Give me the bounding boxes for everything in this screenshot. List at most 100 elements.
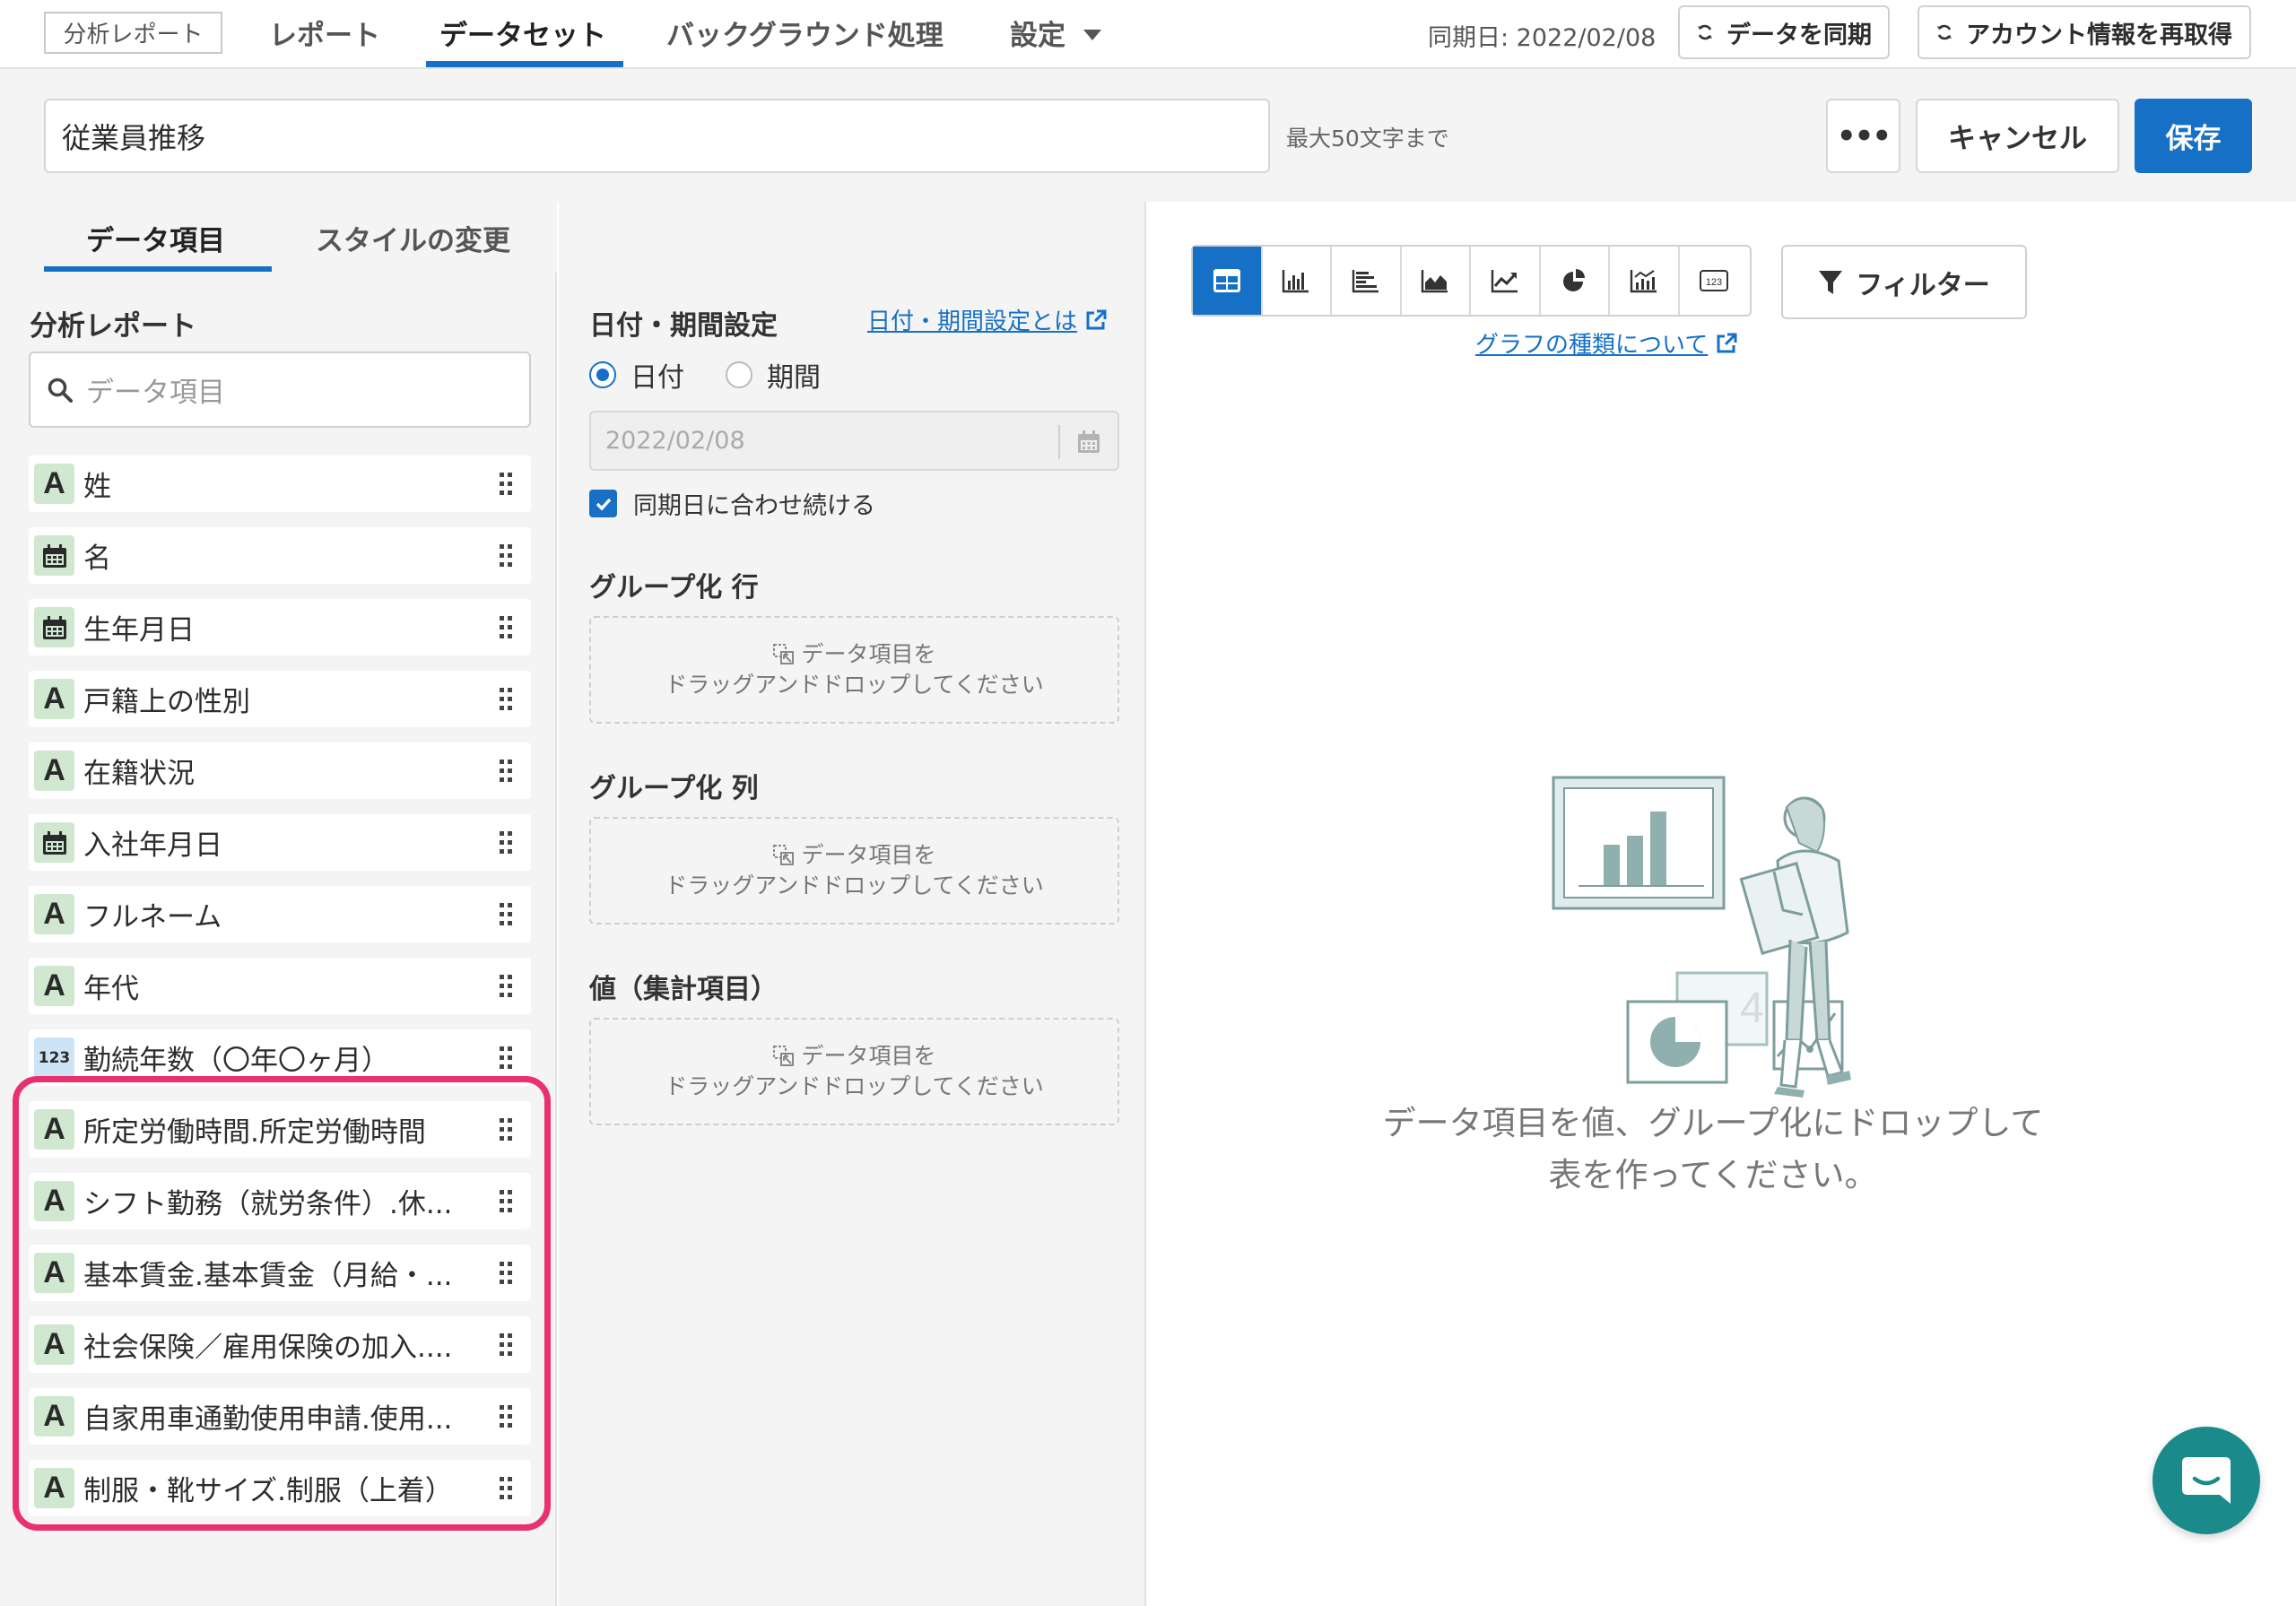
nav-tab-background-jobs[interactable]: バックグラウンド処理 xyxy=(666,13,944,53)
field-item[interactable]: A フルネーム xyxy=(29,886,531,942)
dataset-title-input[interactable]: 従業員推移 xyxy=(44,99,1270,173)
save-button[interactable]: 保存 xyxy=(2135,99,2252,173)
field-item[interactable]: A 年代 xyxy=(29,958,531,1014)
empty-state-message: データ項目を値、グループ化にドロップして 表を作ってください。 xyxy=(1327,1098,2099,1202)
field-item[interactable]: 名 xyxy=(29,527,531,584)
group-columns-dropzone[interactable]: データ項目を ドラッグアンドドロップしてください xyxy=(589,817,1119,925)
field-label: 自家用車通勤使用申請.使用... xyxy=(83,1403,453,1436)
data-fields-panel: データ項目 スタイルの変更 分析レポート データ項目 A 姓名生年月日 A 戸籍上の性… xyxy=(0,202,557,1606)
field-label: 基本賃金.基本賃金（月給・... xyxy=(83,1260,453,1292)
sync-data-label: データを同期 xyxy=(1726,21,1872,49)
drag-drop-icon xyxy=(773,1046,795,1066)
drag-handle-icon[interactable] xyxy=(499,974,513,999)
drag-handle-icon[interactable] xyxy=(499,543,513,569)
group-rows-dropzone[interactable]: データ項目を ドラッグアンドドロップしてください xyxy=(589,616,1119,724)
field-item[interactable]: A シフト勤務（就労条件）.休... xyxy=(29,1173,531,1229)
field-item[interactable]: A姓 xyxy=(29,456,531,512)
drag-handle-icon[interactable] xyxy=(499,1189,513,1214)
nav-tab-datasets[interactable]: データセット xyxy=(439,13,606,53)
field-item[interactable]: A 自家用車通勤使用申請.使用... xyxy=(29,1388,531,1445)
sync-data-button[interactable]: データを同期 xyxy=(1678,5,1890,59)
svg-text:4: 4 xyxy=(1740,985,1764,1032)
tab-data-fields[interactable]: データ項目 xyxy=(86,218,225,258)
field-label: 名 xyxy=(83,543,111,575)
drag-handle-icon[interactable] xyxy=(499,687,513,712)
chat-support-button[interactable] xyxy=(2152,1427,2260,1534)
field-item[interactable]: A 基本賃金.基本賃金（月給・... xyxy=(29,1245,531,1301)
refresh-icon xyxy=(1937,24,1952,40)
radio-period[interactable] xyxy=(726,361,752,388)
values-dropzone[interactable]: データ項目を ドラッグアンドドロップしてください xyxy=(589,1018,1119,1125)
date-value: 2022/02/08 xyxy=(605,427,745,455)
chart-types-help-text: グラフの種類について xyxy=(1475,332,1709,359)
horizontal-bar-icon[interactable] xyxy=(1332,247,1402,315)
field-item[interactable]: 123 勤続年数（〇年〇ヶ月） xyxy=(29,1029,531,1086)
chevron-down-icon[interactable] xyxy=(1083,30,1101,40)
field-label: シフト勤務（就労条件）.休... xyxy=(83,1188,453,1220)
dropzone-text-1: データ項目を xyxy=(801,641,936,667)
field-label: 姓 xyxy=(83,471,111,503)
radio-date[interactable] xyxy=(589,361,616,388)
drag-handle-icon[interactable] xyxy=(499,1046,513,1071)
field-item[interactable]: A 制服・靴サイズ.制服（上着） xyxy=(29,1460,531,1516)
drag-handle-icon[interactable] xyxy=(499,615,513,640)
drag-handle-icon[interactable] xyxy=(499,472,513,497)
drag-handle-icon[interactable] xyxy=(499,1476,513,1501)
field-item[interactable]: A 戸籍上の性別 xyxy=(29,671,531,727)
drag-handle-icon[interactable] xyxy=(499,1333,513,1358)
dropzone-text-2: ドラッグアンドドロップしてください xyxy=(665,872,1044,898)
date-period-help-text: 日付・期間設定とは xyxy=(867,308,1078,335)
field-label: 在籍状況 xyxy=(83,758,195,790)
number-icon-text: 123 xyxy=(1706,277,1722,288)
nav-tab-reports[interactable]: レポート xyxy=(269,13,380,53)
more-options-button[interactable]: ••• xyxy=(1826,99,1900,173)
line-chart-icon[interactable] xyxy=(1471,247,1541,315)
date-period-heading: 日付・期間設定 xyxy=(589,310,778,342)
field-item[interactable]: A 所定労働時間.所定労働時間 xyxy=(29,1101,531,1158)
field-label: 戸籍上の性別 xyxy=(83,686,250,718)
refetch-account-button[interactable]: アカウント情報を再取得 xyxy=(1918,5,2251,59)
calendar-icon[interactable] xyxy=(1076,430,1101,455)
date-period-help-link[interactable]: 日付・期間設定とは xyxy=(867,303,1108,336)
number-icon[interactable]: 123 xyxy=(1680,247,1750,315)
pie-chart-icon[interactable] xyxy=(1541,247,1610,315)
calendar-icon xyxy=(34,535,74,576)
field-label: フルネーム xyxy=(83,901,222,933)
text-type-icon: A xyxy=(34,751,74,791)
field-label: 入社年月日 xyxy=(83,829,222,862)
field-item[interactable]: 入社年月日 xyxy=(29,814,531,871)
field-label: 制服・靴サイズ.制服（上着） xyxy=(83,1475,453,1507)
calendar-icon xyxy=(34,607,74,647)
drag-handle-icon[interactable] xyxy=(499,902,513,927)
tab-change-style[interactable]: スタイルの変更 xyxy=(316,218,510,258)
text-type-icon: A xyxy=(34,679,74,719)
sync-date: 同期日: 2022/02/08 xyxy=(1428,24,1657,52)
table-icon[interactable] xyxy=(1193,247,1263,315)
drag-handle-icon[interactable] xyxy=(499,1261,513,1286)
active-tab-indicator xyxy=(426,61,623,67)
text-type-icon: A xyxy=(34,464,74,504)
brand-label[interactable]: 分析レポート xyxy=(44,12,222,54)
combo-chart-icon[interactable] xyxy=(1610,247,1680,315)
field-item[interactable]: A 在籍状況 xyxy=(29,742,531,799)
filter-button[interactable]: フィルター xyxy=(1781,245,2027,319)
title-char-limit-hint: 最大50文字まで xyxy=(1286,126,1449,152)
drag-handle-icon[interactable] xyxy=(499,1117,513,1142)
drag-handle-icon[interactable] xyxy=(499,759,513,784)
drag-handle-icon[interactable] xyxy=(499,1404,513,1429)
bar-chart-icon[interactable] xyxy=(1263,247,1332,315)
drag-drop-icon xyxy=(773,644,795,664)
cancel-button[interactable]: キャンセル xyxy=(1916,99,2119,173)
field-label: 勤続年数（〇年〇ヶ月） xyxy=(83,1045,389,1077)
nav-tab-settings[interactable]: 設定 xyxy=(1010,13,1065,53)
area-chart-icon[interactable] xyxy=(1402,247,1471,315)
field-label: 生年月日 xyxy=(83,614,195,647)
keep-sync-checkbox[interactable] xyxy=(589,490,617,517)
field-search-input[interactable]: データ項目 xyxy=(29,352,531,428)
dropzone-text-2: ドラッグアンドドロップしてください xyxy=(665,672,1044,698)
field-item[interactable]: 生年月日 xyxy=(29,599,531,655)
date-input[interactable]: 2022/02/08 xyxy=(589,411,1119,471)
field-item[interactable]: A 社会保険／雇用保険の加入.... xyxy=(29,1316,531,1373)
drag-handle-icon[interactable] xyxy=(499,830,513,855)
chart-types-help-link[interactable]: グラフの種類について xyxy=(1475,326,1738,360)
